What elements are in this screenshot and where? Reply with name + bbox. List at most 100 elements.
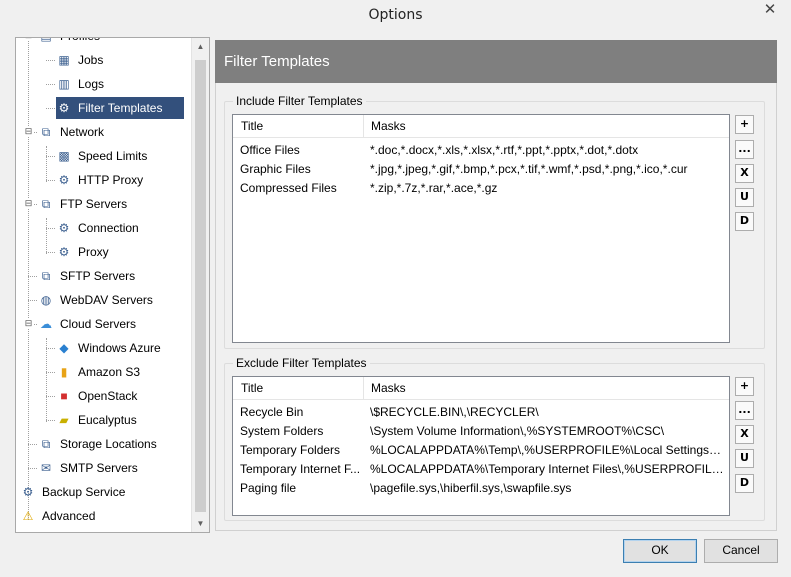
logs-icon: ▥ <box>58 77 70 91</box>
tree-item-logs[interactable]: ▥ Logs <box>56 73 104 95</box>
tree-item-jobs[interactable]: ▦ Jobs <box>56 49 103 71</box>
include-legend: Include Filter Templates <box>233 94 366 108</box>
row-masks: *.doc,*.docx,*.xls,*.xlsx,*.rtf,*.ppt,*.… <box>370 143 639 157</box>
openstack-icon: ■ <box>60 389 68 403</box>
tree-item-label: Profiles <box>60 38 100 43</box>
smtp-servers-icon: ✉ <box>40 461 52 475</box>
column-masks-header[interactable]: Masks <box>371 381 406 395</box>
tree-item-label: Logs <box>78 77 105 91</box>
scroll-up-icon[interactable]: ▲ <box>192 38 209 55</box>
cloud-servers-icon: ☁ <box>40 317 52 331</box>
include-edit-button[interactable]: ... <box>735 140 754 159</box>
tree-item-label: Speed Limits <box>78 149 148 163</box>
tree-item-label: Jobs <box>78 53 104 67</box>
speed-limits-icon: ▩ <box>58 149 70 163</box>
row-title: System Folders <box>240 424 324 438</box>
tree-item-advanced[interactable]: ⚠ Advanced <box>20 505 96 527</box>
tree-item-storage-locations[interactable]: ⧉ Storage Locations <box>38 433 157 455</box>
tree-item-eucalyptus[interactable]: ▰ Eucalyptus <box>56 409 136 431</box>
tree-item-profiles[interactable]: ▤ Profiles <box>38 38 100 47</box>
include-add-button[interactable]: + <box>735 115 754 134</box>
tree-item-smtp-servers[interactable]: ✉ SMTP Servers <box>38 457 138 479</box>
exclude-up-button[interactable]: U <box>735 449 754 468</box>
list-item[interactable]: System Folders \System Volume Information… <box>233 422 729 441</box>
eucalyptus-icon: ▰ <box>59 413 69 427</box>
column-masks-header[interactable]: Masks <box>371 119 406 133</box>
list-item[interactable]: Paging file \pagefile.sys,\hiberfil.sys,\… <box>233 479 729 498</box>
list-item[interactable]: Recycle Bin \$RECYCLE.BIN\,\RECYCLER\ <box>233 403 729 422</box>
tree-item-label: Proxy <box>78 245 109 259</box>
cancel-button[interactable]: Cancel <box>704 539 778 563</box>
row-title: Paging file <box>240 481 297 495</box>
collapse-toggle-icon[interactable]: ⊟ <box>24 319 33 328</box>
tree-item-sftp-servers[interactable]: ⧉ SFTP Servers <box>38 265 135 287</box>
close-icon[interactable]: ✕ <box>756 1 784 21</box>
proxy-icon: ⚙ <box>58 245 70 259</box>
row-title: Graphic Files <box>240 162 311 176</box>
tree-item-openstack[interactable]: ■ OpenStack <box>56 385 137 407</box>
include-down-button[interactable]: D <box>735 212 754 231</box>
tree-item-amazon-s3[interactable]: ▮ Amazon S3 <box>56 361 140 383</box>
tree-item-proxy[interactable]: ⚙ Proxy <box>56 241 109 263</box>
column-title-header[interactable]: Title <box>241 381 263 395</box>
tree-item-filter-templates[interactable]: ⚙ Filter Templates <box>56 97 184 119</box>
row-title: Temporary Folders <box>240 443 341 457</box>
tree-item-ftp-servers[interactable]: ⧉ FTP Servers <box>38 193 127 215</box>
windows-azure-icon: ◆ <box>59 341 69 355</box>
tree-item-label: SFTP Servers <box>60 269 136 283</box>
row-masks: \$RECYCLE.BIN\,\RECYCLER\ <box>370 405 539 419</box>
list-item[interactable]: Graphic Files *.jpg,*.jpeg,*.gif,*.bmp,*.… <box>233 160 729 179</box>
http-proxy-icon: ⚙ <box>58 173 70 187</box>
scroll-down-icon[interactable]: ▼ <box>192 515 209 532</box>
filter-templates-panel: Include Filter Templates Title Masks Off… <box>215 83 777 531</box>
title-bar: Options ✕ <box>0 0 791 32</box>
tree-item-label: HTTP Proxy <box>78 173 144 187</box>
jobs-icon: ▦ <box>58 53 70 67</box>
options-tree[interactable]: ▲ ▼ ⊟ ▤ Profiles ▦ Jobs ▥ Logs ⚙ Filter Template… <box>15 37 210 533</box>
tree-item-connection[interactable]: ⚙ Connection <box>56 217 139 239</box>
include-list-header: Title Masks <box>233 115 729 138</box>
row-title: Temporary Internet F... <box>240 462 361 476</box>
tree-item-label: FTP Servers <box>60 197 128 211</box>
collapse-toggle-icon[interactable]: ⊟ <box>24 127 33 136</box>
exclude-filter-list[interactable]: Title Masks Recycle Bin \$RECYCLE.BIN\,\R… <box>232 376 730 516</box>
exclude-down-button[interactable]: D <box>735 474 754 493</box>
list-item[interactable]: Temporary Internet F... %LOCALAPPDATA%\Te… <box>233 460 729 479</box>
include-up-button[interactable]: U <box>735 188 754 207</box>
tree-item-label: Windows Azure <box>78 341 161 355</box>
backup-service-icon: ⚙ <box>22 485 34 499</box>
storage-locations-icon: ⧉ <box>41 436 51 451</box>
list-item[interactable]: Office Files *.doc,*.docx,*.xls,*.xlsx,*.… <box>233 141 729 160</box>
collapse-toggle-icon[interactable]: ⊟ <box>24 199 33 208</box>
connection-icon: ⚙ <box>58 221 70 235</box>
row-masks: \System Volume Information\,%SYSTEMROOT%… <box>370 424 665 438</box>
tree-item-label: Connection <box>78 221 139 235</box>
tree-item-http-proxy[interactable]: ⚙ HTTP Proxy <box>56 169 144 191</box>
column-title-header[interactable]: Title <box>241 119 263 133</box>
window-title: Options <box>368 7 423 23</box>
list-item[interactable]: Compressed Files *.zip,*.7z,*.rar,*.ace,*… <box>233 179 729 198</box>
collapse-toggle-icon[interactable]: ⊟ <box>24 38 33 40</box>
exclude-add-button[interactable]: + <box>735 377 754 396</box>
ok-button[interactable]: OK <box>623 539 697 563</box>
include-delete-button[interactable]: X <box>735 164 754 183</box>
tree-item-cloud-servers[interactable]: ☁ Cloud Servers <box>38 313 136 335</box>
exclude-edit-button[interactable]: ... <box>735 401 754 420</box>
row-masks: *.jpg,*.jpeg,*.gif,*.bmp,*.pcx,*.tif,*.w… <box>370 162 688 176</box>
tree-item-label: Backup Service <box>42 485 126 499</box>
tree-scrollbar[interactable]: ▲ ▼ <box>191 38 209 532</box>
tree-item-backup-service[interactable]: ⚙ Backup Service <box>20 481 126 503</box>
tree-item-webdav-servers[interactable]: ◍ WebDAV Servers <box>38 289 153 311</box>
include-filter-list[interactable]: Title Masks Office Files *.doc,*.docx,*.x… <box>232 114 730 343</box>
tree-item-windows-azure[interactable]: ◆ Windows Azure <box>56 337 161 359</box>
webdav-servers-icon: ◍ <box>40 293 52 307</box>
list-item[interactable]: Temporary Folders %LOCALAPPDATA%\Temp\,%U… <box>233 441 729 460</box>
exclude-delete-button[interactable]: X <box>735 425 754 444</box>
tree-item-network[interactable]: ⧉ Network <box>38 121 104 143</box>
tree-item-label: SMTP Servers <box>60 461 138 475</box>
tree-item-speed-limits[interactable]: ▩ Speed Limits <box>56 145 147 167</box>
scroll-thumb[interactable] <box>195 60 206 512</box>
panel-title: Filter Templates <box>224 53 330 70</box>
exclude-list-header: Title Masks <box>233 377 729 400</box>
include-filter-group: Include Filter Templates Title Masks Off… <box>224 94 765 349</box>
